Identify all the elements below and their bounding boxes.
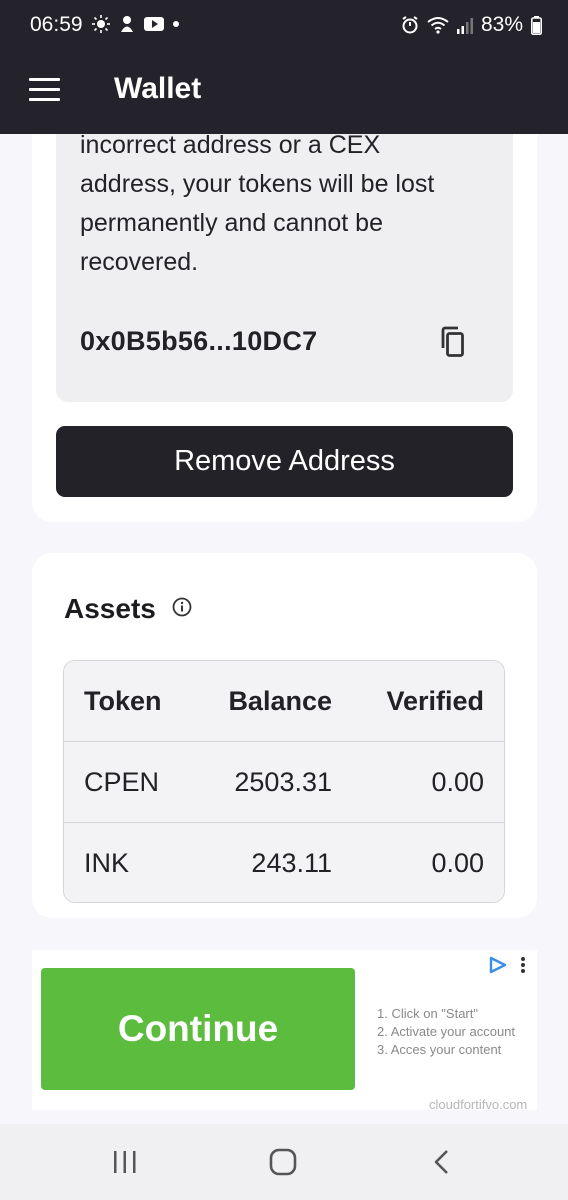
back-icon[interactable] (427, 1148, 457, 1176)
verified-cell: 0.00 (431, 767, 484, 797)
header-verified: Verified (386, 686, 484, 716)
header-balance: Balance (228, 686, 332, 716)
app-bar: Wallet (0, 50, 568, 134)
remove-address-button[interactable]: Remove Address (56, 426, 513, 497)
table-row: CPEN 2503.31 0.00 (64, 742, 504, 823)
app-notification-icon (121, 16, 133, 32)
warning-box: incorrect address or a CEX address, your… (56, 100, 513, 402)
info-icon[interactable] (172, 597, 192, 617)
status-bar: 06:59 83% (0, 0, 568, 50)
balance-cell: 243.11 (251, 848, 332, 878)
assets-card: Assets Token Balance Verified CPEN 2503.… (32, 553, 537, 918)
alarm-icon (402, 16, 418, 34)
wallet-address: 0x0B5b56...10DC7 (80, 326, 318, 356)
home-icon[interactable] (268, 1148, 298, 1176)
warning-text: incorrect address or a CEX address, your… (80, 126, 500, 282)
wifi-icon (427, 17, 449, 34)
verified-cell: 0.00 (431, 848, 484, 878)
header-token: Token (84, 686, 162, 716)
ad-continue-button[interactable]: Continue (41, 968, 355, 1090)
assets-title: Assets (64, 593, 156, 624)
warning-line: permanently and cannot be (80, 209, 383, 237)
adchoices-icon[interactable] (488, 956, 508, 974)
ad-domain: cloudfortifvo.com (429, 1097, 528, 1112)
more-options-icon[interactable] (519, 956, 527, 974)
recent-apps-icon[interactable] (110, 1148, 140, 1176)
navigation-bar (0, 1124, 568, 1200)
battery-icon (531, 15, 542, 35)
ad-steps: 1. Click on "Start" 2. Activate your acc… (377, 1005, 515, 1059)
notification-dot (173, 21, 179, 27)
balance-cell: 2503.31 (234, 767, 332, 797)
copy-icon[interactable] (438, 326, 466, 358)
token-cell: CPEN (84, 767, 160, 797)
table-header-row: Token Balance Verified (64, 661, 504, 742)
warning-line: recovered. (80, 248, 199, 276)
signal-icon (456, 18, 473, 34)
ad-step: 1. Click on "Start" (377, 1006, 478, 1021)
address-card: incorrect address or a CEX address, your… (32, 100, 537, 522)
ad-step: 2. Activate your account (377, 1024, 516, 1039)
ad-step: 3. Acces your content (377, 1042, 502, 1057)
battery-percent: 83% (480, 13, 523, 36)
table-row: INK 243.11 0.00 (64, 823, 504, 902)
token-cell: INK (84, 848, 130, 878)
clock: 06:59 (30, 13, 83, 36)
brightness-icon (92, 15, 110, 33)
menu-icon[interactable] (29, 78, 60, 102)
page-title: Wallet (114, 72, 202, 105)
youtube-icon (144, 17, 164, 31)
ad-banner[interactable]: Continue 1. Click on "Start" 2. Activate… (32, 950, 537, 1112)
assets-table: Token Balance Verified CPEN 2503.31 0.00… (63, 660, 505, 903)
warning-line: address, your tokens will be lost (80, 170, 435, 198)
